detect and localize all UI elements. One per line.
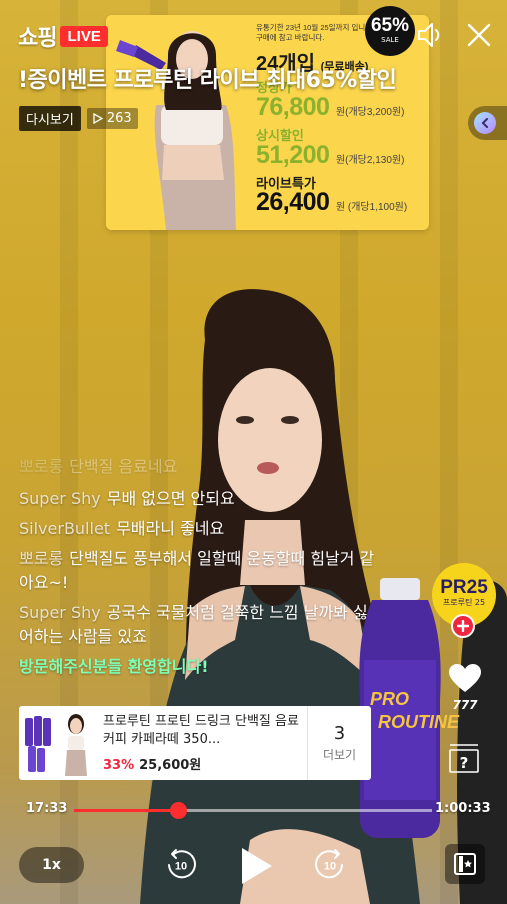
play-count-icon [93,113,103,124]
product-name[interactable]: 프로루틴 프로틴 드링크 단백질 음료 커피 카페라떼 350... [103,713,301,749]
chat-text: 단백질도 풍부해서 일할때 운동할때 힘날거 같아요~! [19,549,375,592]
progress-fill [74,809,178,812]
view-count-value: 263 [106,111,132,126]
sale-price-unit: 원(개당2,130원) [335,155,405,166]
progress-thumb[interactable] [169,802,187,819]
progress-track[interactable] [74,802,432,819]
regular-price: 76,800 원(개당3,200원) [256,93,404,122]
live-badge: LIVE [60,25,108,47]
side-panel-toggle[interactable] [468,106,507,140]
brand-logo: 쇼핑 LIVE [18,20,108,52]
sale-price: 51,200 원(개당2,130원) [256,141,404,170]
chat-username: Super Shy [19,489,101,508]
svg-text:?: ? [460,754,469,772]
more-products-button[interactable]: 3 더보기 [307,706,371,780]
regular-price-unit: 원(개당3,200원) [335,107,405,118]
product-image [23,710,93,776]
live-chat: 뽀로롱 단백질 음료네요 Super Shy 무배 없으면 안되요 SilverBu… [19,455,379,679]
follow-plus-button[interactable] [451,614,475,638]
chat-message: Super Shy 무배 없으면 안되요 [19,487,379,511]
mute-icon [418,23,440,47]
side-panel-icon [474,112,496,134]
replay-badge: 다시보기 [19,106,81,131]
stream-info-row: 다시보기 263 [19,106,138,131]
more-products-label: 더보기 [322,748,357,762]
more-products-count: 3 [333,723,346,744]
chat-message: SilverBullet 무배라니 좋네요 [19,517,379,541]
forward-10-icon: 10 [315,849,343,879]
play-icon [242,848,272,884]
close-icon [467,23,491,47]
product-info[interactable]: 프로루틴 프로틴 드링크 단백질 음료 커피 카페라떼 350... 33% 25… [97,706,307,780]
product-price-row: 33% 25,600원 [103,754,301,773]
forward-10-button[interactable]: 10 [311,846,349,884]
chat-text: 단백질 음료네요 [69,457,178,475]
plus-icon [457,620,469,632]
player-controls: 1x 10 10 [0,838,507,894]
live-price-value: 26,400 [256,188,330,216]
chat-message: 뽀로롱 단백질 음료네요 [19,455,379,475]
forward-seconds: 10 [324,861,336,873]
like-count: 777 [452,698,478,712]
brand-text: 쇼핑 [18,26,57,51]
svg-text:PRO: PRO [370,689,409,709]
chat-message: 뽀로롱 단백질도 풍부해서 일할때 운동할때 힘날거 같아요~! [19,547,379,595]
top-bar: 쇼핑 LIVE [0,0,507,70]
current-time: 17:33 [26,801,68,816]
help-icon: ? [449,744,479,773]
layout-toggle-button[interactable] [445,844,485,884]
product-thumbnail[interactable] [19,706,97,780]
chat-username: 뽀로롱 [19,457,64,475]
brand-badge-title: PR25 [440,577,488,598]
product-card[interactable]: 프로루틴 프로틴 드링크 단백질 음료 커피 카페라떼 350... 33% 25… [19,706,371,780]
chevron-left-icon [481,118,488,128]
chat-text: 무배라니 좋네요 [116,519,225,538]
product-discount: 33% [103,758,135,773]
playback-speed-button[interactable]: 1x [19,847,84,883]
chat-username: SilverBullet [19,519,111,538]
live-price: 26,400 원 (개당1,100원) [256,188,407,217]
regular-price-value: 76,800 [256,93,330,121]
marquee-text: !증이벤트 프로루틴 라이브 최대65%할인 [18,68,397,93]
chat-text: 무배 없으면 안되요 [106,489,235,508]
heart-icon [449,664,481,692]
live-price-unit: 원 (개당1,100원) [335,202,408,213]
sale-price-value: 51,200 [256,141,330,169]
product-price: 25,600원 [139,758,202,773]
help-button[interactable]: ? [447,741,481,775]
chat-username: 뽀로롱 [19,549,64,568]
view-count: 263 [86,108,138,129]
chat-username: Super Shy [19,603,101,622]
welcome-message: 방문해주신분들 환영합니다! [19,657,209,676]
rewind-10-icon: 10 [168,849,196,879]
rewind-seconds: 10 [175,861,187,873]
brand-badge-subtitle: 프로루틴 25 [442,598,486,607]
rewind-10-button[interactable]: 10 [162,846,200,884]
like-button[interactable]: 777 [446,662,484,712]
mute-button[interactable] [414,18,448,52]
chat-message: Super Shy 공국수 국물처럼 걸쭉한 느낌 날까봐 싫어하는 사람들 있죠 [19,601,379,649]
play-button[interactable] [233,842,279,890]
playback-progress: 17:33 1:00:33 [0,795,507,825]
svg-text:ROUTINE: ROUTINE [378,712,460,732]
layout-icon [454,853,476,875]
announcement-marquee: !증이벤트 프로루틴 라이브 최대65%할인 [18,62,498,96]
total-time: 1:00:33 [435,801,491,816]
close-button[interactable] [464,20,494,50]
